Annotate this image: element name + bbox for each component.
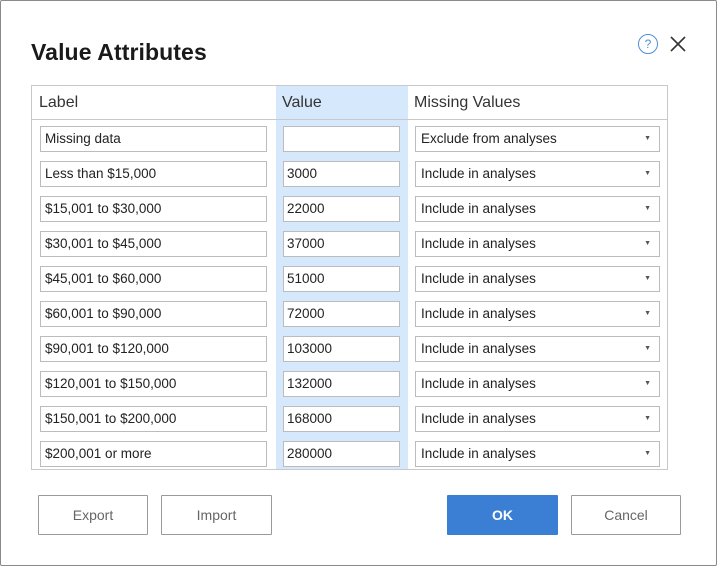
missing-values-selected: Include in analyses (421, 376, 536, 391)
missing-values-select[interactable]: Include in analyses ▼ (415, 301, 660, 327)
label-input[interactable]: $45,001 to $60,000 (40, 266, 267, 292)
missing-values-selected: Include in analyses (421, 271, 536, 286)
missing-values-selected: Include in analyses (421, 236, 536, 251)
import-button[interactable]: Import (161, 495, 272, 535)
column-header-missing-values: Missing Values (414, 94, 521, 111)
table-row: $60,001 to $90,000 72000 Include in analys… (32, 301, 667, 327)
table-row: $90,001 to $120,000 103000 Include in anal… (32, 336, 667, 362)
value-input[interactable]: 168000 (283, 406, 400, 432)
chevron-down-icon[interactable]: ▼ (644, 267, 651, 291)
label-input[interactable]: $30,001 to $45,000 (40, 231, 267, 257)
label-input[interactable]: $15,001 to $30,000 (40, 196, 267, 222)
missing-values-selected: Exclude from analyses (421, 131, 557, 146)
missing-values-selected: Include in analyses (421, 341, 536, 356)
table-row: $45,001 to $60,000 51000 Include in analys… (32, 266, 667, 292)
column-header-value[interactable]: Value (282, 86, 322, 119)
value-input[interactable]: 72000 (283, 301, 400, 327)
missing-values-selected: Include in analyses (421, 166, 536, 181)
value-input[interactable]: 51000 (283, 266, 400, 292)
value-attributes-table: Label Value Missing Values Missing data E… (31, 85, 668, 470)
chevron-down-icon[interactable]: ▼ (644, 197, 651, 221)
table-row: Missing data Exclude from analyses ▼ (32, 126, 667, 152)
value-attributes-dialog: Value Attributes ? Label Value Missing V… (0, 0, 717, 566)
label-input[interactable]: $150,001 to $200,000 (40, 406, 267, 432)
missing-values-select[interactable]: Include in analyses ▼ (415, 231, 660, 257)
missing-values-selected: Include in analyses (421, 306, 536, 321)
table-row: $150,001 to $200,000 168000 Include in ana… (32, 406, 667, 432)
value-input[interactable]: 280000 (283, 441, 400, 467)
export-button[interactable]: Export (38, 495, 148, 535)
label-input[interactable]: $60,001 to $90,000 (40, 301, 267, 327)
chevron-down-icon[interactable]: ▼ (644, 127, 651, 151)
column-header-label: Label (39, 94, 79, 111)
missing-values-select[interactable]: Include in analyses ▼ (415, 266, 660, 292)
missing-values-select[interactable]: Exclude from analyses ▼ (415, 126, 660, 152)
chevron-down-icon[interactable]: ▼ (644, 407, 651, 431)
missing-values-select[interactable]: Include in analyses ▼ (415, 406, 660, 432)
cancel-button[interactable]: Cancel (571, 495, 681, 535)
label-input[interactable]: Less than $15,000 (40, 161, 267, 187)
label-input[interactable]: $200,001 or more (40, 441, 267, 467)
header-divider (32, 119, 667, 120)
ok-button[interactable]: OK (447, 495, 558, 535)
value-input[interactable]: 103000 (283, 336, 400, 362)
table-row: Less than $15,000 3000 Include in analyses… (32, 161, 667, 187)
chevron-down-icon[interactable]: ▼ (644, 337, 651, 361)
missing-values-select[interactable]: Include in analyses ▼ (415, 371, 660, 397)
chevron-down-icon[interactable]: ▼ (644, 302, 651, 326)
value-input[interactable]: 22000 (283, 196, 400, 222)
value-input[interactable]: 37000 (283, 231, 400, 257)
table-row: $200,001 or more 280000 Include in analyse… (32, 441, 667, 467)
dialog-title: Value Attributes (31, 39, 207, 65)
missing-values-selected: Include in analyses (421, 411, 536, 426)
chevron-down-icon[interactable]: ▼ (644, 442, 651, 466)
table-row: $120,001 to $150,000 132000 Include in ana… (32, 371, 667, 397)
table-row: $30,001 to $45,000 37000 Include in analys… (32, 231, 667, 257)
value-input[interactable] (283, 126, 400, 152)
missing-values-select[interactable]: Include in analyses ▼ (415, 336, 660, 362)
missing-values-selected: Include in analyses (421, 446, 536, 461)
close-icon[interactable] (668, 34, 688, 54)
missing-values-select[interactable]: Include in analyses ▼ (415, 196, 660, 222)
chevron-down-icon[interactable]: ▼ (644, 372, 651, 396)
missing-values-selected: Include in analyses (421, 201, 536, 216)
label-input[interactable]: Missing data (40, 126, 267, 152)
label-input[interactable]: $90,001 to $120,000 (40, 336, 267, 362)
chevron-down-icon[interactable]: ▼ (644, 162, 651, 186)
value-input[interactable]: 3000 (283, 161, 400, 187)
table-row: $15,001 to $30,000 22000 Include in analys… (32, 196, 667, 222)
missing-values-select[interactable]: Include in analyses ▼ (415, 161, 660, 187)
label-input[interactable]: $120,001 to $150,000 (40, 371, 267, 397)
help-icon[interactable]: ? (638, 34, 658, 54)
value-input[interactable]: 132000 (283, 371, 400, 397)
chevron-down-icon[interactable]: ▼ (644, 232, 651, 256)
missing-values-select[interactable]: Include in analyses ▼ (415, 441, 660, 467)
